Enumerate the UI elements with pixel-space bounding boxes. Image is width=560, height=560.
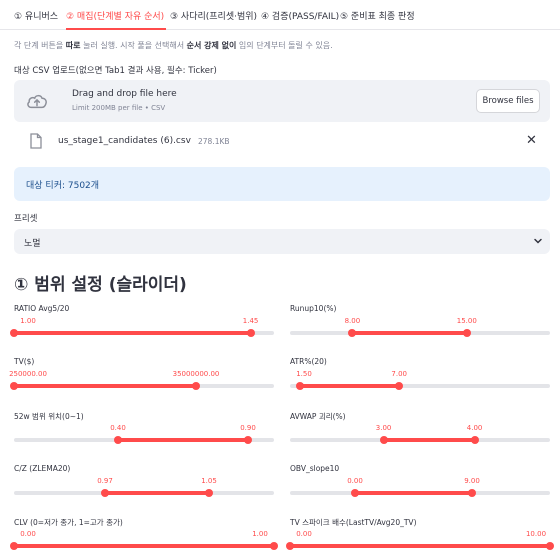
ticker-count-text: 대상 티커: 7502개 <box>26 181 100 191</box>
slider-min-thumb[interactable] <box>348 329 357 337</box>
slider-min-thumb[interactable] <box>114 436 122 444</box>
slider-min-thumb[interactable] <box>10 542 18 550</box>
slider-max-value: 7.00 <box>391 370 407 378</box>
file-dropzone[interactable]: Drag and drop file here Limit 200MB per … <box>14 80 550 122</box>
tab-universe[interactable]: ① 유니버스 <box>14 9 58 22</box>
dropzone-title: Drag and drop file here <box>72 89 177 99</box>
slider-min-thumb[interactable] <box>296 382 305 390</box>
tab-accumulation[interactable]: ② 매집(단계별 자유 순서) <box>66 9 164 22</box>
slider-max-value: 35000000.00 <box>172 370 220 378</box>
active-tab-indicator <box>66 28 166 30</box>
range-slider[interactable]: AVWAP 괴리(%) 3.00 4.00 <box>290 411 550 463</box>
slider-min-value: 1.00 <box>20 317 36 325</box>
slider-min-thumb[interactable] <box>351 489 359 497</box>
range-slider[interactable]: TV 스파이크 배수(LastTV/Avg20_TV) 0.00 10.00 <box>286 517 554 560</box>
slider-max-thumb[interactable] <box>468 489 476 497</box>
preset-select[interactable]: 노멀 <box>14 229 550 254</box>
tab-validation[interactable]: ④ 검증(PASS/FAIL) <box>261 9 339 22</box>
slider-selected-range <box>105 491 209 495</box>
slider-min-value: 1.50 <box>296 370 312 378</box>
instruction-text: 각 단계 버튼을 따로 눌러 실행. 시작 풀을 선택해서 순서 강제 없이 임… <box>14 41 333 50</box>
file-name: us_stage1_candidates (6).csv <box>58 136 191 146</box>
slider-label: TV($) <box>14 357 35 366</box>
slider-label: C/Z (ZLEMA20) <box>14 464 71 473</box>
dropzone-limit: Limit 200MB per file • CSV <box>72 104 166 112</box>
tab-final-verdict[interactable]: ⑤ 준비표 최종 판정 <box>340 9 415 22</box>
tab-bar: ① 유니버스 ② 매집(단계별 자유 순서) ③ 사다리(프리셋·범위) ④ 검… <box>0 0 560 30</box>
slider-min-thumb[interactable] <box>286 542 294 550</box>
slider-max-value: 4.00 <box>466 424 483 432</box>
slider-selected-range <box>290 544 550 548</box>
range-slider[interactable]: ATR%(20) 1.50 7.00 <box>290 357 550 409</box>
slider-max-value: 0.90 <box>240 424 256 432</box>
slider-max-value: 15.00 <box>456 317 477 325</box>
file-size: 278.1KB <box>198 137 230 146</box>
slider-min-value: 0.40 <box>110 424 126 432</box>
range-slider[interactable]: RATIO Avg5/20 1.00 1.45 <box>10 304 274 356</box>
slider-label: Runup10(%) <box>290 304 337 313</box>
upload-label: 대상 CSV 업로드(없으면 Tab1 결과 사용, 필수: Ticker) <box>14 66 217 76</box>
preset-selected-value: 노멀 <box>24 239 41 249</box>
slider-min-value: 0.97 <box>97 477 113 485</box>
slider-min-value: 0.00 <box>296 530 312 538</box>
slider-selected-range <box>383 438 475 442</box>
ticker-count-info: 대상 티커: 7502개 <box>14 167 550 201</box>
browse-files-button[interactable]: Browse files <box>476 89 540 113</box>
preset-label: 프리셋 <box>14 214 38 224</box>
slider-max-thumb[interactable] <box>205 489 213 497</box>
slider-selected-range <box>300 384 400 388</box>
slider-min-value: 0.00 <box>20 530 36 538</box>
slider-max-thumb[interactable] <box>395 382 404 390</box>
slider-max-thumb[interactable] <box>270 542 278 550</box>
slider-selected-range <box>352 331 467 335</box>
slider-selected-range <box>14 544 274 548</box>
slider-label: AVWAP 괴리(%) <box>290 412 346 421</box>
range-slider[interactable]: Runup10(%) 8.00 15.00 <box>290 304 550 356</box>
range-slider[interactable]: 52w 범위 위치(0~1) 0.40 0.90 <box>14 411 274 463</box>
range-slider[interactable]: C/Z (ZLEMA20) 0.97 1.05 <box>14 464 274 516</box>
chevron-down-icon <box>534 238 542 244</box>
slider-max-value: 9.00 <box>464 477 480 485</box>
slider-min-value: 0.00 <box>347 477 363 485</box>
slider-min-value: 250000.00 <box>9 370 47 378</box>
section-title: ① 범위 설정 (슬라이더) <box>14 275 187 295</box>
slider-label: TV 스파이크 배수(LastTV/Avg20_TV) <box>290 518 417 527</box>
slider-label: 52w 범위 위치(0~1) <box>14 412 84 421</box>
range-slider[interactable]: OBV_slope10 0.00 9.00 <box>290 464 550 516</box>
slider-label: ATR%(20) <box>290 357 327 366</box>
slider-max-thumb[interactable] <box>470 436 479 444</box>
slider-min-value: 8.00 <box>344 317 361 325</box>
slider-max-value: 1.05 <box>201 477 217 485</box>
slider-label: OBV_slope10 <box>290 464 340 473</box>
slider-selected-range <box>14 384 196 388</box>
slider-selected-range <box>118 438 248 442</box>
file-icon <box>30 133 42 149</box>
tab-ladder[interactable]: ③ 사다리(프리셋·범위) <box>170 9 257 22</box>
slider-max-thumb[interactable] <box>244 436 252 444</box>
slider-selected-range <box>355 491 472 495</box>
slider-min-thumb[interactable] <box>379 436 388 444</box>
slider-min-thumb[interactable] <box>10 382 18 390</box>
slider-max-thumb[interactable] <box>462 329 471 337</box>
slider-min-value: 3.00 <box>375 424 392 432</box>
range-slider[interactable]: CLV (0=저가 종가, 1=고가 종가) 0.00 1.00 <box>10 517 278 560</box>
slider-max-value: 1.00 <box>252 530 268 538</box>
slider-selected-range <box>14 331 251 335</box>
slider-max-thumb[interactable] <box>546 542 554 550</box>
slider-min-thumb[interactable] <box>101 489 109 497</box>
slider-label: CLV (0=저가 종가, 1=고가 종가) <box>14 518 123 527</box>
close-icon[interactable]: ✕ <box>526 133 537 148</box>
slider-max-value: 10.00 <box>525 530 547 538</box>
slider-max-thumb[interactable] <box>192 382 200 390</box>
cloud-upload-icon <box>27 94 47 109</box>
uploaded-file-row: us_stage1_candidates (6).csv 278.1KB ✕ <box>14 130 550 154</box>
slider-max-thumb[interactable] <box>246 329 255 337</box>
slider-label: RATIO Avg5/20 <box>14 304 70 313</box>
slider-max-value: 1.45 <box>242 317 259 325</box>
slider-min-thumb[interactable] <box>10 329 18 337</box>
range-slider[interactable]: TV($) 250000.00 35000000.00 <box>9 357 274 409</box>
